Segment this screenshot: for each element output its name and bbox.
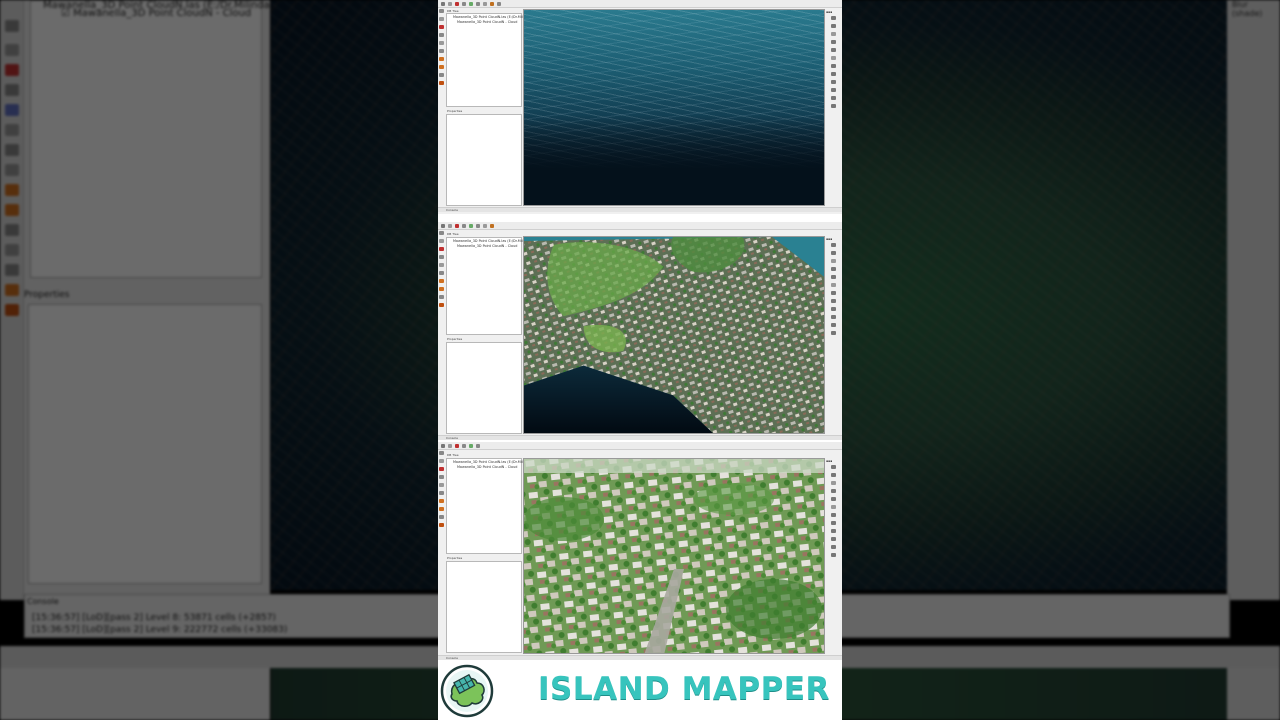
- console-title: Console: [27, 597, 59, 606]
- screen: Mawanella_3D Point CloudN.las (E:/Dr.Mil…: [0, 0, 1280, 720]
- tool-icon[interactable]: [5, 124, 19, 136]
- toolbar: [438, 0, 842, 8]
- properties-title: Properties: [24, 290, 70, 300]
- status-bar: Console: [438, 435, 842, 440]
- city-mesh: [524, 459, 824, 653]
- db-tree-title: DB Tree: [447, 232, 459, 236]
- db-tree-panel: Mawanella_3D Point CloudN.las (E:/Dr.Mil…: [446, 237, 536, 335]
- tool-icon[interactable]: [5, 304, 19, 316]
- tool-icon[interactable]: [5, 284, 19, 296]
- left-toolstrip: [439, 9, 445, 89]
- console-line: [15:36:57] [LoD][pass 2] Level 8: 53871 …: [32, 613, 276, 623]
- island-map-icon: [440, 664, 494, 718]
- screenshot-1: DB Tree Mawanella_3D Point CloudN.las (E…: [438, 0, 842, 214]
- db-tree-panel: Mawanella_3D Point CloudN.las (E:/Dr.Mil…: [30, 0, 301, 278]
- properties-panel: [446, 561, 522, 653]
- center-composite: DB Tree Mawanella_3D Point CloudN.las (E…: [438, 0, 842, 720]
- left-toolstrip: [0, 0, 24, 600]
- tool-icon[interactable]: [5, 184, 19, 196]
- left-toolstrip: [439, 451, 445, 531]
- tool-icon[interactable]: [5, 224, 19, 236]
- tool-icon[interactable]: [5, 44, 19, 56]
- tool-icon[interactable]: [5, 20, 19, 32]
- tree-item[interactable]: ☑ Mawanella_3D Point CloudN - Cloud: [61, 8, 251, 19]
- properties-panel: [446, 114, 522, 206]
- console-line: [15:36:57] [LoD][pass 2] Level 9: 222772…: [32, 625, 288, 635]
- tool-icon[interactable]: [5, 104, 19, 116]
- tool-icon[interactable]: [5, 204, 19, 216]
- status-bar: Console: [438, 655, 842, 660]
- properties-title: Properties: [447, 109, 463, 113]
- db-tree-panel: Mawanella_3D Point CloudN.las (E:/Dr.Mil…: [446, 13, 536, 107]
- brand-footer: ISLAND MAPPER: [438, 662, 842, 720]
- tree-item[interactable]: Mawanella_3D Point CloudN - Cloud: [457, 465, 517, 469]
- properties-title: Properties: [447, 337, 463, 341]
- 3d-view[interactable]: [523, 236, 825, 434]
- tree-item[interactable]: Mawanella_3D Point CloudN - Cloud: [457, 244, 517, 248]
- toolbar: [438, 442, 842, 450]
- bottom-right-panel: [1227, 668, 1280, 720]
- toolbar: [438, 222, 842, 230]
- left-toolstrip: [439, 231, 445, 311]
- console-title: Console: [446, 436, 458, 440]
- properties-panel: [446, 342, 522, 434]
- status-bar: Console: [438, 207, 842, 212]
- tool-icon[interactable]: [5, 244, 19, 256]
- screenshot-3: DB Tree Mawanella_3D Point CloudN.las (E…: [438, 442, 842, 660]
- console-title: Console: [446, 208, 458, 212]
- brand-name: ISLAND MAPPER: [538, 671, 830, 707]
- 3d-view[interactable]: [523, 9, 825, 206]
- right-toolbar: [827, 16, 839, 112]
- tool-icon[interactable]: [5, 264, 19, 276]
- right-toolbar: [1227, 0, 1280, 600]
- city-point-cloud: [524, 237, 824, 433]
- right-toolbar: [827, 465, 839, 561]
- tool-icon[interactable]: [5, 64, 19, 76]
- properties-title: Properties: [447, 556, 463, 560]
- tool-icon[interactable]: [5, 84, 19, 96]
- tree-item-label: Mawanella_3D Point CloudN - Cloud: [73, 8, 252, 19]
- console-title: Console: [446, 656, 458, 660]
- right-toolbar: [827, 243, 839, 339]
- checkbox-icon[interactable]: ☑: [61, 8, 70, 19]
- screenshot-2: DB Tree Mawanella_3D Point CloudN.las (E…: [438, 222, 842, 440]
- db-tree-panel: Mawanella_3D Point CloudN.las (E:/Dr.Mil…: [446, 458, 536, 554]
- db-tree-title: DB Tree: [447, 453, 459, 457]
- tool-icon[interactable]: [5, 164, 19, 176]
- right-panel-label: Blur (shade): [1232, 0, 1263, 18]
- 3d-view[interactable]: [523, 458, 825, 654]
- tool-icon[interactable]: [5, 144, 19, 156]
- properties-panel: [28, 304, 262, 584]
- bottom-db-tree: [0, 668, 270, 720]
- tree-item[interactable]: Mawanella_3D Point CloudN - Cloud: [457, 20, 517, 24]
